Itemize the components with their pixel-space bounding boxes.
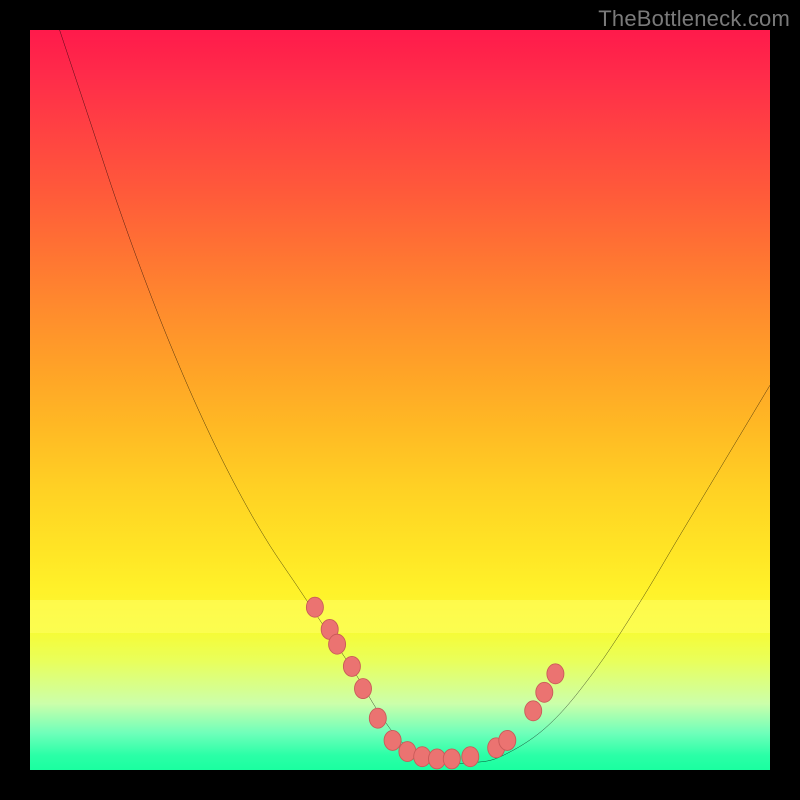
bottleneck-curve-line bbox=[60, 30, 770, 764]
curve-marker bbox=[306, 597, 323, 617]
curve-marker bbox=[399, 742, 416, 762]
curve-marker bbox=[329, 634, 346, 654]
curve-marker bbox=[369, 708, 386, 728]
curve-marker bbox=[499, 730, 516, 750]
curve-marker bbox=[414, 747, 431, 767]
curve-marker bbox=[536, 682, 553, 702]
watermark-text: TheBottleneck.com bbox=[598, 6, 790, 32]
curve-marker bbox=[384, 730, 401, 750]
chart-svg bbox=[30, 30, 770, 770]
curve-marker bbox=[462, 747, 479, 767]
curve-marker bbox=[525, 701, 542, 721]
curve-marker bbox=[547, 664, 564, 684]
curve-marker bbox=[443, 749, 460, 769]
curve-marker bbox=[354, 679, 371, 699]
curve-marker bbox=[343, 656, 360, 676]
chart-plot-area bbox=[30, 30, 770, 770]
